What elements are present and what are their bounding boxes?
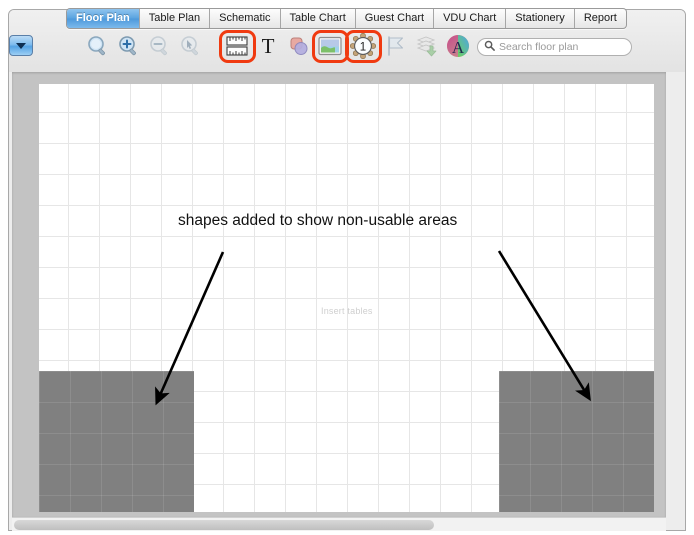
add-flag-button[interactable] [382,32,410,60]
add-table-icon: 1 [350,33,376,59]
tab-schematic[interactable]: Schematic [210,9,280,28]
zoom-in-button[interactable] [115,32,143,60]
svg-text:T: T [262,34,275,58]
zoom-in-icon [117,34,141,58]
svg-text:A: A [452,38,465,57]
app-window: Floor Plan Table Plan Schematic Table Chart… [0,0,694,535]
search-icon [484,38,495,56]
shape-grid-overlay [499,371,654,512]
search-input[interactable] [499,41,624,53]
tab-guest-chart[interactable]: Guest Chart [356,9,434,28]
zoom-selection-button[interactable] [177,32,205,60]
zoom-fit-button[interactable] [84,32,112,60]
zoom-fit-icon [86,34,110,58]
colors-icon: A [445,33,471,59]
tab-table-chart[interactable]: Table Chart [281,9,356,28]
svg-text:1: 1 [360,41,366,53]
search-field[interactable] [477,38,632,56]
arrange-layers-button[interactable] [413,32,441,60]
tab-label: Stationery [515,13,565,24]
annotation-label: shapes added to show non-usable areas [178,212,457,230]
colors-button[interactable]: A [444,32,472,60]
tab-bar: Floor Plan Table Plan Schematic Table Chart… [66,8,627,29]
text-tool-button[interactable]: T [254,32,282,60]
tab-label: Table Plan [149,13,200,24]
horizontal-scrollbar[interactable] [12,517,666,531]
shapes-icon [287,34,311,58]
zoom-out-icon [148,34,172,58]
non-usable-area-right[interactable] [499,371,654,512]
canvas-scroll-area[interactable]: Insert tables shapes added to show non-u… [12,72,666,517]
tab-report[interactable]: Report [575,9,626,28]
insert-tables-placeholder: Insert tables [321,306,373,316]
image-icon [317,35,343,57]
zoom-selection-icon [179,34,203,58]
shape-tool-button[interactable] [285,32,313,60]
tab-label: Schematic [219,13,270,24]
tab-vdu-chart[interactable]: VDU Chart [434,9,506,28]
text-tool-icon: T [256,34,280,58]
tab-stationery[interactable]: Stationery [506,9,575,28]
image-tool-button[interactable] [316,32,344,60]
chevron-down-icon [16,43,26,49]
tab-table-plan[interactable]: Table Plan [140,9,210,28]
flag-icon [384,34,408,58]
measure-tool-button[interactable] [223,32,251,60]
shape-grid-overlay [39,371,194,512]
tab-label: VDU Chart [443,13,496,24]
zoom-out-button[interactable] [146,32,174,60]
tab-label: Table Chart [290,13,346,24]
horizontal-scrollbar-thumb[interactable] [14,520,434,530]
add-table-button[interactable]: 1 [349,32,377,60]
tab-floor-plan[interactable]: Floor Plan [67,9,140,28]
tab-label: Floor Plan [76,13,130,24]
tab-label: Report [584,13,617,24]
non-usable-area-left[interactable] [39,371,194,512]
ruler-icon [224,33,250,59]
view-options-dropdown-button[interactable] [9,35,33,56]
floor-plan-canvas[interactable]: Insert tables shapes added to show non-u… [39,84,654,512]
layers-icon [415,34,439,58]
tab-label: Guest Chart [365,13,424,24]
